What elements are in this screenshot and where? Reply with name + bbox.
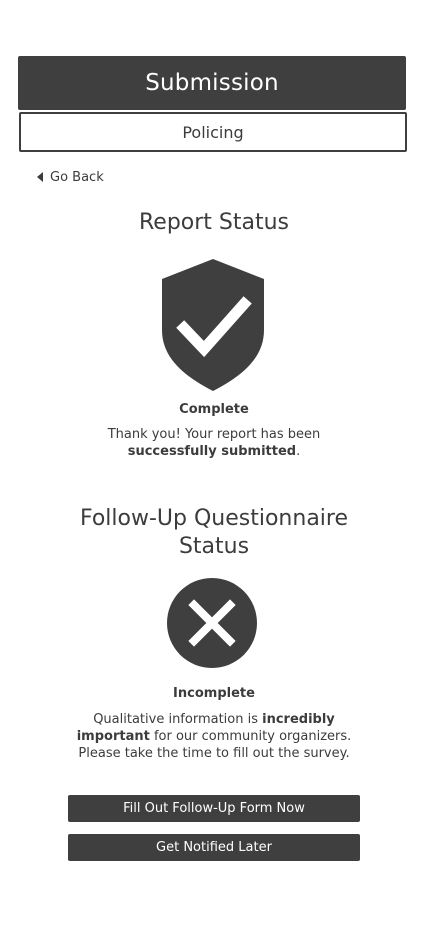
go-back-link[interactable]: Go Back <box>37 167 104 187</box>
followup-message-text: Qualitative information is <box>93 712 263 727</box>
category-label: Policing <box>182 122 244 142</box>
report-message-suffix: . <box>296 444 301 459</box>
report-status-label: Complete <box>179 402 249 417</box>
caret-left-icon <box>37 172 43 182</box>
followup-status-title: Follow-Up Questionnaire Status <box>0 505 428 561</box>
followup-title-line2: Status <box>178 534 250 559</box>
fill-out-form-button[interactable]: Fill Out Follow-Up Form Now <box>68 795 360 822</box>
shield-check-icon <box>160 258 266 396</box>
report-status-message: Thank you! Your report has been successf… <box>64 426 364 460</box>
report-status-title: Report Status <box>138 210 290 235</box>
followup-title-line1: Follow-Up Questionnaire <box>79 506 349 531</box>
header-title: Submission <box>145 70 279 96</box>
report-message-bold: successfully submitted <box>127 444 297 459</box>
followup-status-label: Incomplete <box>173 686 255 701</box>
report-message-text: Thank you! Your report has been <box>107 427 321 442</box>
category-bar: Policing <box>19 112 407 152</box>
page-header: Submission <box>18 56 406 110</box>
followup-status-message: Qualitative information is incredibly im… <box>70 711 358 762</box>
get-notified-later-button[interactable]: Get Notified Later <box>68 834 360 861</box>
x-circle-icon <box>166 577 258 673</box>
go-back-label: Go Back <box>50 169 104 185</box>
